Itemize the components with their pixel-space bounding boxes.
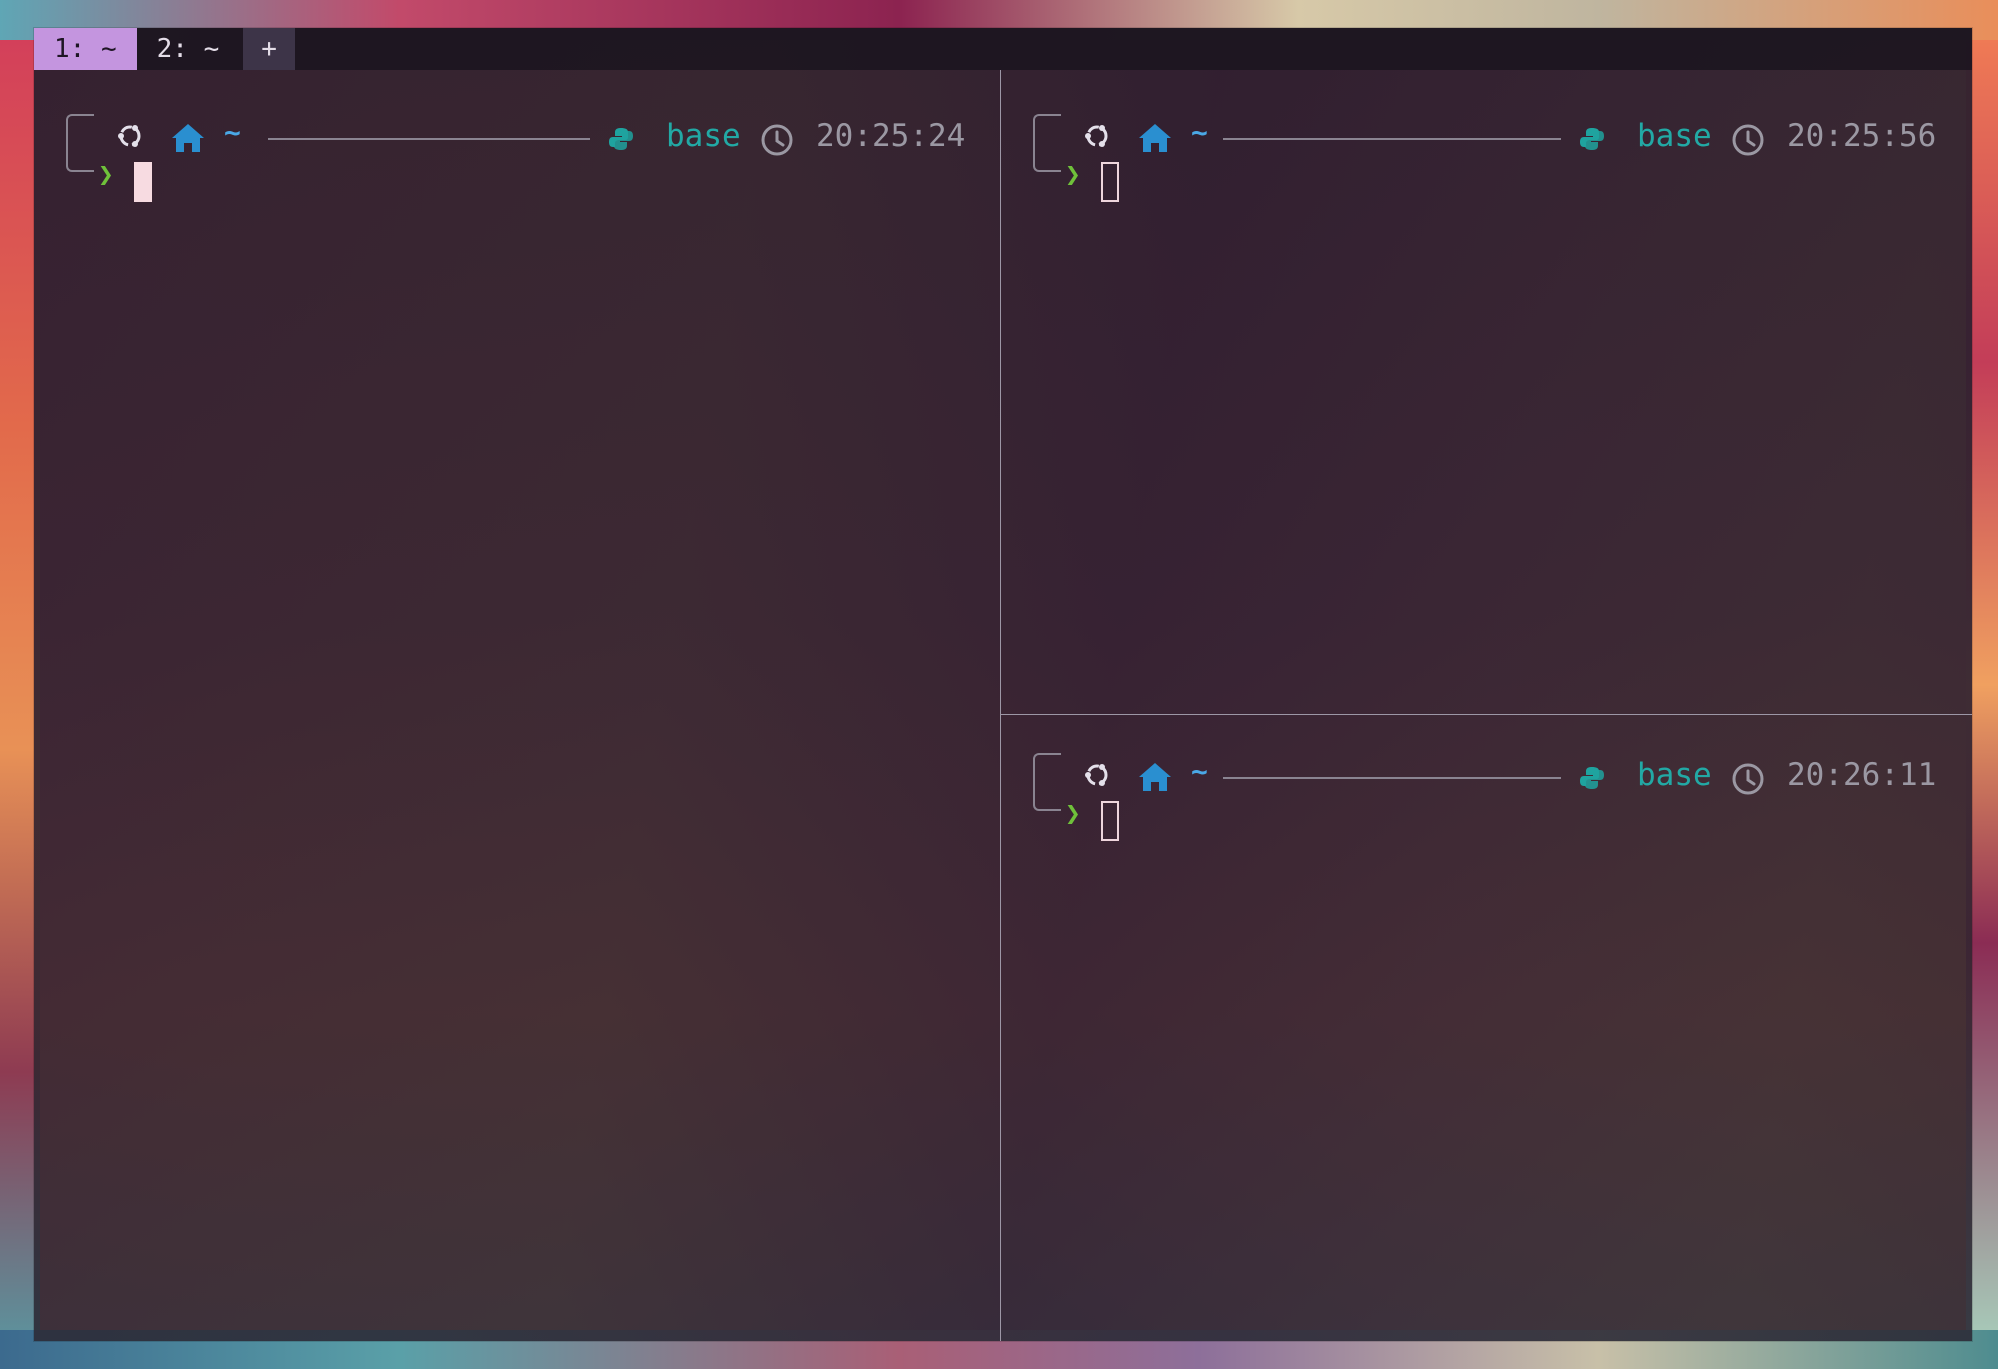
python-icon <box>1580 767 1604 789</box>
prompt-bracket-bottom <box>1033 150 1061 172</box>
new-tab-button[interactable]: + <box>243 28 295 70</box>
tab-1[interactable]: 1: ~ <box>34 28 137 70</box>
text-cursor <box>134 162 152 202</box>
tab-bar: 1: ~ 2: ~ + <box>34 28 1972 70</box>
directory-label: ~ <box>1191 755 1208 788</box>
prompt-bracket-bottom <box>1033 789 1061 811</box>
prompt-bracket-bottom <box>66 150 94 172</box>
prompt-separator-line <box>1223 777 1561 779</box>
clock-icon <box>1732 763 1764 795</box>
prompt-time: 20:25:24 <box>816 118 966 154</box>
directory-label: ~ <box>224 116 241 149</box>
conda-env-label: base <box>1637 757 1712 793</box>
directory-label: ~ <box>1191 116 1208 149</box>
python-icon <box>609 128 633 150</box>
prompt-separator-line <box>1223 138 1561 140</box>
prompt-chevron: ❯ <box>1065 160 1081 190</box>
prompt-separator-line <box>268 138 590 140</box>
text-cursor <box>1101 162 1119 202</box>
clock-icon <box>761 124 793 156</box>
terminal-pane-bottom-right[interactable]: ~ base 20:26:11 ❯ <box>1001 715 1972 1341</box>
prompt-bracket-top <box>1033 114 1061 152</box>
terminal-pane-left[interactable]: ~ base 20:25:24 ❯ <box>34 70 1000 1341</box>
prompt-chevron: ❯ <box>98 160 114 190</box>
home-icon <box>1139 763 1171 791</box>
ubuntu-icon <box>1085 125 1108 147</box>
conda-env-label: base <box>1637 118 1712 154</box>
home-icon <box>172 124 204 152</box>
text-cursor <box>1101 801 1119 841</box>
prompt-time: 20:25:56 <box>1787 118 1937 154</box>
conda-env-label: base <box>666 118 741 154</box>
clock-icon <box>1732 124 1764 156</box>
ubuntu-icon <box>118 125 141 147</box>
prompt-bracket-top <box>1033 753 1061 791</box>
terminal-pane-top-right[interactable]: ~ base 20:25:56 ❯ <box>1001 70 1972 714</box>
terminal-window: 1: ~ 2: ~ + ~ base 20:25:24 ❯ ~ base 20:… <box>34 28 1972 1341</box>
prompt-bracket-top <box>66 114 94 152</box>
home-icon <box>1139 124 1171 152</box>
prompt-chevron: ❯ <box>1065 799 1081 829</box>
prompt-time: 20:26:11 <box>1787 757 1937 793</box>
python-icon <box>1580 128 1604 150</box>
tab-2[interactable]: 2: ~ <box>137 28 240 70</box>
ubuntu-icon <box>1085 764 1108 786</box>
